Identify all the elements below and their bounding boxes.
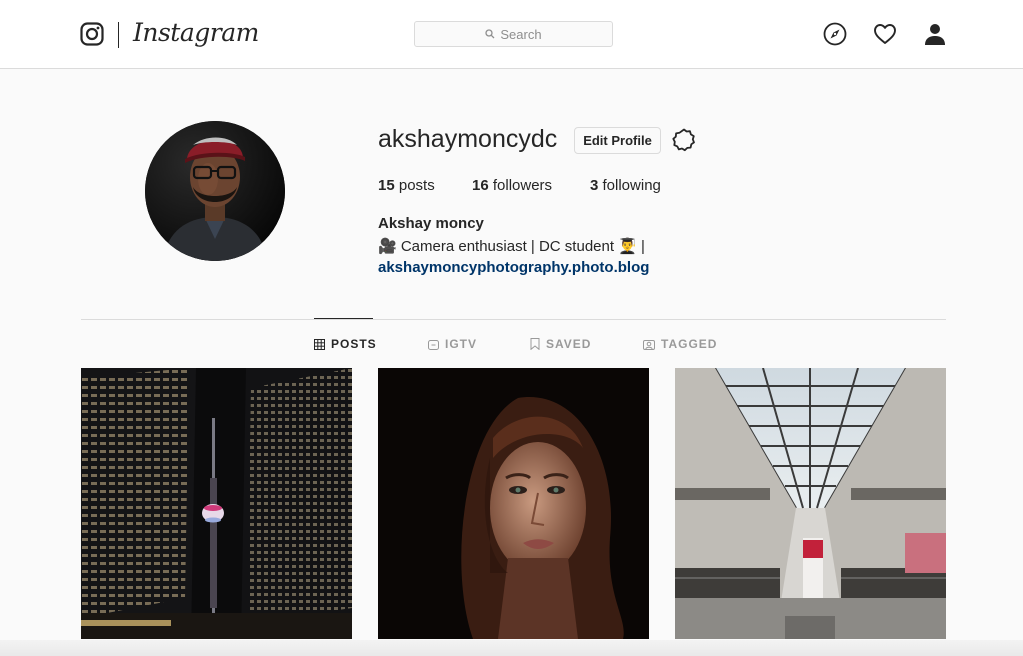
instagram-wordmark[interactable]: Instagram	[133, 18, 259, 47]
profile-person-icon[interactable]	[923, 22, 947, 46]
grid-icon	[314, 338, 325, 350]
post-thumbnail[interactable]	[675, 368, 946, 639]
instagram-glyph-icon[interactable]	[80, 22, 104, 46]
tabs-divider	[81, 319, 946, 320]
heart-activity-icon[interactable]	[873, 22, 897, 46]
logo-divider	[118, 22, 119, 48]
tagged-icon	[643, 339, 655, 350]
profile-full-name: Akshay moncy	[378, 215, 484, 232]
tab-saved[interactable]: SAVED	[530, 337, 591, 351]
city-tower-night-photo	[81, 368, 352, 639]
profile-bio: 🎥 Camera enthusiast | DC student 👨‍🎓 |	[378, 238, 645, 255]
followers-stat[interactable]: 16 followers	[472, 177, 590, 194]
page-bottom-edge	[0, 640, 1023, 656]
settings-gear-icon[interactable]	[672, 128, 696, 152]
active-tab-indicator	[314, 318, 373, 319]
tab-tagged[interactable]: TAGGED	[643, 337, 717, 351]
post-thumbnail[interactable]	[378, 368, 649, 639]
bookmark-icon	[530, 338, 540, 350]
profile-username: akshaymoncydc	[378, 125, 558, 153]
following-label: following	[598, 177, 661, 194]
post-thumbnail[interactable]	[81, 368, 352, 639]
igtv-icon	[428, 339, 439, 350]
portrait-woman-photo	[378, 368, 649, 639]
tab-saved-label: SAVED	[546, 337, 592, 351]
avatar-photo	[145, 121, 285, 261]
tab-posts-label: POSTS	[331, 337, 377, 351]
profile-website-link[interactable]: akshaymoncyphotography.photo.blog	[378, 259, 649, 276]
posts-stat: 15 posts	[378, 177, 472, 194]
tab-tagged-label: TAGGED	[661, 337, 718, 351]
following-stat[interactable]: 3 following	[590, 177, 661, 194]
followers-label: followers	[488, 177, 553, 194]
top-nav: Instagram Search	[0, 0, 1023, 69]
compass-explore-icon[interactable]	[823, 22, 847, 46]
profile-avatar[interactable]	[145, 121, 285, 261]
search-icon	[485, 29, 495, 39]
edit-profile-button[interactable]: Edit Profile	[574, 127, 661, 154]
mall-skylight-photo	[675, 368, 946, 639]
search-placeholder: Search	[500, 26, 542, 42]
tab-igtv-label: IGTV	[445, 337, 478, 351]
posts-count: 15	[378, 177, 395, 194]
posts-label: posts	[394, 177, 435, 194]
tab-igtv[interactable]: IGTV	[428, 337, 477, 351]
tab-posts[interactable]: POSTS	[314, 337, 377, 351]
followers-count: 16	[472, 177, 489, 194]
profile-stats: 15 posts 16 followers 3 following	[378, 177, 661, 194]
search-input[interactable]: Search	[414, 21, 613, 47]
